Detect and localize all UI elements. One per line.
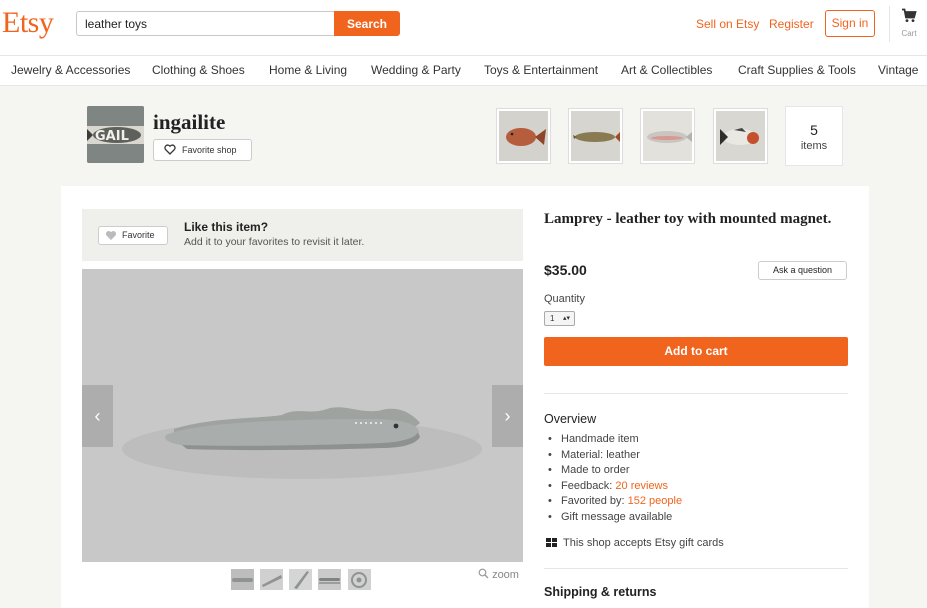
photo-thumb-4-image (318, 569, 341, 590)
category-art[interactable]: Art & Collectibles (621, 63, 712, 77)
ask-question-button[interactable]: Ask a question (758, 261, 847, 280)
pike-toy-image (571, 111, 620, 161)
gift-card-icon (546, 538, 557, 547)
category-nav: Jewelry & Accessories Clothing & Shoes H… (0, 55, 927, 86)
reviews-link[interactable]: 20 reviews (615, 480, 668, 492)
shop-items-count[interactable]: 5 items (785, 106, 843, 166)
next-photo-button[interactable]: › (492, 385, 523, 447)
overview-item: • Handmade item (548, 433, 639, 445)
photo-thumb-2[interactable] (260, 569, 283, 590)
quantity-label: Quantity (544, 293, 585, 305)
overview-title: Overview (544, 412, 597, 426)
overview-item-text: Handmade item (561, 433, 639, 445)
overview-item: • Favorited by: 152 people (548, 495, 683, 507)
overview-item: • Material: leather (548, 449, 640, 461)
photo-thumb-3-image (289, 569, 312, 590)
photo-thumb-1-image (231, 569, 254, 590)
divider (544, 393, 848, 394)
shop-avatar-lettering: GAIL (95, 129, 129, 144)
photo-thumb-5[interactable] (348, 569, 371, 590)
sell-on-etsy-link[interactable]: Sell on Etsy (696, 17, 759, 31)
shop-item-thumb-2[interactable] (568, 108, 623, 164)
search-input[interactable] (76, 11, 335, 36)
like-subtitle: Add it to your favorites to revisit it l… (184, 236, 365, 248)
fish-toy-image (716, 111, 765, 161)
gift-cards-note: This shop accepts Etsy gift cards (546, 537, 724, 549)
quantity-select[interactable]: 1 ▴▾ (544, 311, 575, 326)
header-divider (889, 6, 890, 42)
items-label: items (800, 140, 828, 152)
category-jewelry[interactable]: Jewelry & Accessories (11, 63, 130, 77)
favorited-by-link[interactable]: 152 people (628, 495, 682, 507)
zoom-label: zoom (492, 569, 519, 581)
flounder-toy-image (499, 111, 548, 161)
stepper-arrows-icon: ▴▾ (562, 315, 570, 322)
quantity-value: 1 (550, 314, 555, 323)
overview-item-text: Gift message available (561, 511, 673, 523)
add-to-cart-button[interactable]: Add to cart (544, 337, 848, 366)
shop-avatar[interactable]: GAIL (87, 106, 144, 163)
overview-item: • Made to order (548, 464, 630, 476)
shop-item-thumb-3[interactable] (640, 108, 695, 164)
lamprey-toy-image (82, 269, 523, 562)
category-wedding[interactable]: Wedding & Party (371, 63, 461, 77)
zoom-button[interactable]: zoom (478, 568, 519, 581)
overview-item-text: Material: leather (561, 449, 640, 461)
overview-item-text: Made to order (561, 464, 630, 476)
trout-toy-image (643, 111, 692, 161)
shop-name[interactable]: ingailite (153, 110, 225, 135)
product-price: $35.00 (544, 262, 587, 278)
category-craft[interactable]: Craft Supplies & Tools (738, 63, 856, 77)
items-count: 5 (810, 122, 818, 138)
divider (544, 568, 848, 569)
overview-item: • Gift message available (548, 511, 673, 523)
chevron-left-icon: ‹ (94, 406, 101, 426)
category-home[interactable]: Home & Living (269, 63, 347, 77)
register-link[interactable]: Register (769, 17, 814, 31)
overview-item-text: Favorited by: (561, 495, 628, 507)
main-product-photo[interactable] (82, 269, 523, 562)
sign-in-button[interactable]: Sign in (825, 10, 875, 37)
overview-item: • Feedback: 20 reviews (548, 480, 668, 492)
search-button[interactable]: Search (334, 11, 400, 36)
etsy-logo[interactable]: Etsy (2, 6, 54, 40)
heart-icon (105, 231, 117, 240)
chevron-right-icon: › (504, 406, 511, 426)
overview-item-text: Feedback: (561, 480, 616, 492)
gift-cards-text: This shop accepts Etsy gift cards (563, 537, 724, 549)
cart-icon (902, 8, 917, 22)
photo-thumb-4[interactable] (318, 569, 341, 590)
magnifier-icon (478, 568, 489, 579)
product-title: Lamprey - leather toy with mounted magne… (544, 211, 832, 227)
site-header: Etsy Search Sell on Etsy Register Sign i… (0, 0, 927, 55)
photo-thumb-5-image (348, 569, 371, 590)
photo-thumb-2-image (260, 569, 283, 590)
shipping-returns-heading[interactable]: Shipping & returns (544, 585, 657, 599)
previous-photo-button[interactable]: ‹ (82, 385, 113, 447)
shop-avatar-image: GAIL (87, 106, 144, 163)
like-title: Like this item? (184, 220, 269, 234)
favorite-shop-label: Favorite shop (182, 145, 237, 155)
category-clothing[interactable]: Clothing & Shoes (152, 63, 245, 77)
photo-thumb-3[interactable] (289, 569, 312, 590)
category-vintage[interactable]: Vintage (878, 63, 918, 77)
cart-button[interactable]: Cart (896, 8, 922, 38)
category-toys[interactable]: Toys & Entertainment (484, 63, 598, 77)
photo-thumb-1[interactable] (231, 569, 254, 590)
favorite-item-label: Favorite (122, 230, 155, 240)
cart-label: Cart (901, 29, 917, 38)
shop-item-thumb-1[interactable] (496, 108, 551, 164)
favorite-shop-button[interactable]: Favorite shop (153, 139, 252, 161)
heart-outline-icon (164, 144, 176, 155)
favorite-item-button[interactable]: Favorite (98, 226, 168, 245)
shop-item-thumb-4[interactable] (713, 108, 768, 164)
